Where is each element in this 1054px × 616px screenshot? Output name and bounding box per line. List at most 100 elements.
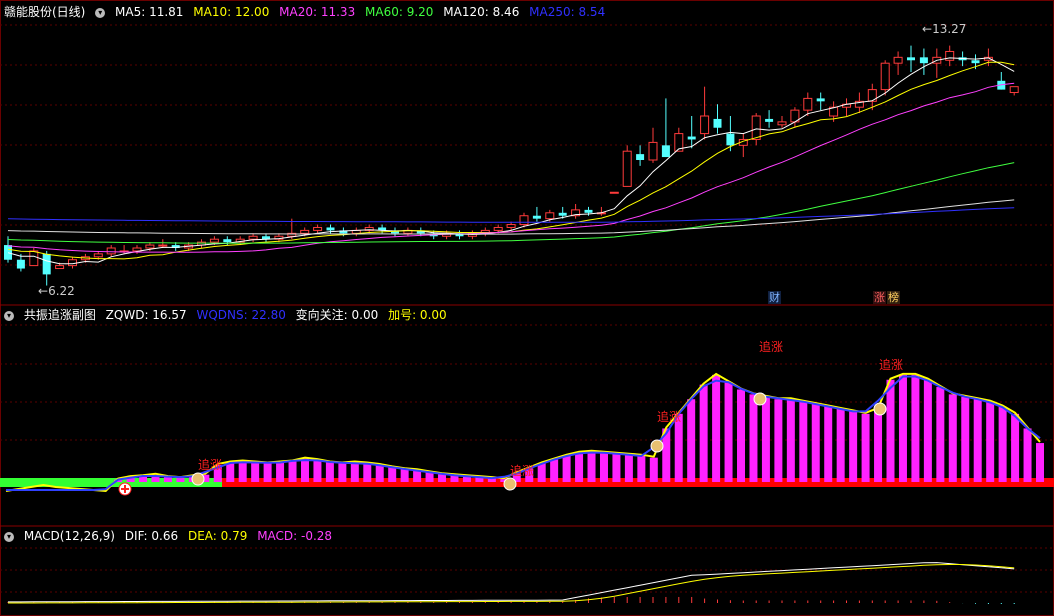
candle-body: [726, 133, 735, 146]
candle-body: [622, 150, 632, 187]
histogram-bar: [400, 469, 409, 482]
histogram-bar: [163, 477, 172, 482]
histogram-bar: [612, 453, 621, 482]
candle-body: [558, 212, 567, 216]
histogram-bar: [375, 464, 384, 482]
histogram-bar: [276, 462, 285, 482]
candle-body: [1009, 86, 1019, 94]
histogram-bar: [936, 387, 945, 482]
histogram-bar: [1023, 428, 1032, 482]
histogram-bar: [961, 396, 970, 482]
candle-body: [880, 62, 890, 91]
candle-body: [609, 191, 619, 194]
histogram-bar: [898, 374, 907, 482]
histogram-bar: [313, 460, 322, 482]
candle-body: [68, 259, 77, 267]
ma-line: [7, 207, 1015, 223]
histogram-bar: [575, 452, 584, 482]
sub-legend: ▾ 共振追涨副图 ZQWD: 16.57 WQDNS: 22.80 变向关注: …: [4, 307, 453, 323]
main-title[interactable]: 赣能股份(日线): [4, 5, 85, 19]
histogram-bar: [350, 462, 359, 482]
histogram-bar: [973, 399, 982, 482]
money-bag-icon: [650, 439, 664, 453]
histogram-bar: [948, 394, 957, 482]
ma-line: [7, 162, 1015, 244]
bang-flag[interactable]: 榜: [887, 291, 900, 304]
chevron-down-icon[interactable]: ▾: [4, 310, 14, 321]
candle-body: [919, 57, 928, 64]
histogram-bar: [637, 455, 646, 482]
histogram-bar: [587, 451, 596, 482]
histogram-bar: [176, 478, 185, 482]
candle-body: [55, 265, 65, 270]
ma120-label: MA120: 8.46: [443, 5, 520, 19]
histogram-bar: [824, 406, 833, 482]
histogram-bar: [786, 399, 795, 482]
chevron-down-icon[interactable]: ▾: [4, 531, 14, 542]
candle-body: [687, 136, 696, 140]
histogram-bar: [388, 467, 397, 482]
histogram-bar: [774, 399, 783, 482]
histogram-bar: [599, 452, 608, 482]
sub-title[interactable]: 共振追涨副图: [24, 308, 96, 322]
histogram-bar: [1011, 413, 1020, 482]
macd-title[interactable]: MACD(12,26,9): [24, 529, 115, 543]
histogram-bar: [263, 463, 272, 482]
histogram-bar: [737, 389, 746, 482]
candle-body: [106, 247, 116, 255]
histogram-bar: [537, 463, 546, 482]
dea-label: DEA: 0.79: [187, 529, 248, 543]
histogram-bar: [836, 408, 845, 482]
histogram-bar: [886, 379, 895, 482]
histogram-bar: [699, 384, 708, 482]
ma20-label: MA20: 11.33: [279, 5, 356, 19]
candle-body: [506, 224, 516, 228]
zqwd-label: ZQWD: 16.57: [105, 308, 187, 322]
histogram-bar: [761, 396, 770, 482]
chevron-down-icon[interactable]: ▾: [95, 7, 106, 18]
histogram-bar: [687, 399, 696, 482]
signal-label: 追涨: [879, 358, 904, 372]
cai-flag[interactable]: 财: [768, 291, 781, 304]
candle-body: [777, 121, 787, 126]
candle-body: [907, 57, 915, 61]
candle-body: [751, 115, 761, 140]
candle-body: [519, 215, 529, 226]
candle-body: [971, 60, 980, 64]
histogram-bar: [251, 462, 260, 482]
histogram-bar: [724, 382, 733, 482]
histogram-bar: [338, 463, 347, 482]
candle-body: [42, 253, 51, 275]
money-bag-icon: [753, 392, 767, 406]
candle-body: [584, 209, 593, 213]
macd-legend: ▾ MACD(12,26,9) DIF: 0.66 DEA: 0.79 MACD…: [4, 528, 338, 544]
dif-label: DIF: 0.66: [124, 529, 179, 543]
candle-body: [816, 98, 825, 102]
candle-body: [4, 245, 12, 260]
histogram-bar: [861, 413, 870, 482]
histogram-bar: [562, 455, 571, 482]
arrow-icon: ←: [922, 22, 933, 36]
histogram-bar: [226, 462, 235, 482]
histogram-bar: [363, 463, 372, 482]
histogram-bar: [438, 474, 447, 482]
candle-body: [661, 145, 670, 158]
histogram-bar: [649, 457, 658, 482]
ma10-label: MA10: 12.00: [193, 5, 270, 19]
histogram-bar: [300, 458, 309, 482]
candle-body: [300, 229, 310, 234]
histogram-bar: [874, 408, 883, 482]
candle-body: [326, 227, 335, 231]
candle-body: [945, 50, 955, 61]
candle-body: [145, 244, 155, 249]
candle-body: [803, 97, 813, 111]
ma5-label: MA5: 11.81: [115, 5, 184, 19]
histogram-bar: [1036, 443, 1044, 482]
histogram-bar: [998, 406, 1007, 482]
candle-body: [313, 226, 323, 231]
candle-body: [16, 259, 25, 269]
histogram-bar: [325, 462, 334, 482]
zhang-flag[interactable]: 涨: [873, 291, 886, 304]
money-bag-icon: [191, 472, 205, 486]
histogram-bar: [413, 470, 422, 482]
